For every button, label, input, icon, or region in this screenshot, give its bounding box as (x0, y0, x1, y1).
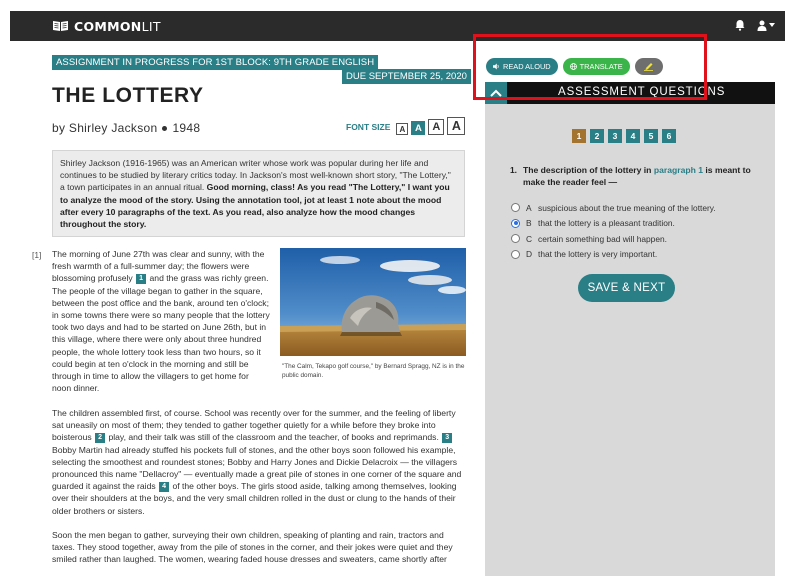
choice-c-radio[interactable] (511, 234, 520, 244)
paragraph-2: The children assembled first, of course.… (52, 407, 465, 517)
byline: by Shirley Jackson 1948 (52, 121, 200, 135)
globe-icon (569, 63, 577, 70)
collapse-panel-button[interactable] (485, 82, 507, 104)
choice-d-text: that the lottery is very important. (538, 249, 658, 260)
choice-a[interactable]: A suspicious about the true meaning of t… (511, 200, 716, 216)
font-size-small-button[interactable]: A (396, 123, 409, 135)
assessment-panel (485, 82, 775, 576)
question-nav-6[interactable]: 6 (662, 129, 676, 143)
question-nav-2[interactable]: 2 (590, 129, 604, 143)
read-aloud-button[interactable]: READ ALOUD (486, 58, 558, 75)
question-marker-2[interactable]: 2 (95, 433, 106, 444)
font-size-large-button[interactable]: A (428, 119, 445, 135)
paragraph-number: [1] (32, 250, 42, 260)
speaker-icon (493, 63, 499, 70)
question-text-a: The description of the lottery in (523, 165, 652, 175)
font-size-xlarge-button[interactable]: A (447, 117, 466, 135)
question-nav-4[interactable]: 4 (626, 129, 640, 143)
question-number: 1. (510, 165, 517, 175)
font-size-control: FONT SIZE A A A A (346, 117, 466, 135)
publication-year: 1948 (172, 121, 201, 135)
choice-d-radio[interactable] (511, 249, 520, 259)
question-nav-3[interactable]: 3 (608, 129, 622, 143)
image-caption: "The Calm, Tekapo golf course," by Berna… (282, 363, 465, 379)
question-marker-4[interactable]: 4 (159, 481, 170, 492)
choice-d-letter: D (526, 249, 533, 260)
translate-button[interactable]: TRANSLATE (562, 58, 630, 75)
user-icon (757, 20, 767, 31)
choice-a-radio[interactable] (511, 203, 520, 213)
byline-separator-dot (162, 125, 168, 131)
answer-choices: A suspicious about the true meaning of t… (511, 200, 716, 262)
choice-b-text: that the lottery is a pleasant tradition… (538, 218, 675, 229)
translate-label: TRANSLATE (579, 62, 623, 71)
choice-b[interactable]: B that the lottery is a pleasant traditi… (511, 216, 716, 232)
user-menu[interactable] (757, 20, 775, 31)
highlighter-icon (644, 63, 654, 71)
top-navbar: COMMONLIT (10, 11, 785, 41)
reading-tools: READ ALOUD TRANSLATE (486, 58, 663, 75)
choice-a-text: suspicious about the true meaning of the… (538, 202, 716, 213)
paragraph-3: Soon the men began to gather, surveying … (52, 530, 453, 565)
paragraph-1-text-b: and the grass was richly green. The peop… (52, 273, 270, 394)
assignment-banner: ASSIGNMENT IN PROGRESS FOR 1ST BLOCK: 9T… (52, 55, 379, 70)
highlighter-button[interactable] (634, 58, 663, 75)
story-image (280, 248, 466, 356)
font-size-medium-button[interactable]: A (411, 121, 426, 135)
question-nav-5[interactable]: 5 (644, 129, 658, 143)
author-name: by Shirley Jackson (52, 121, 158, 135)
choice-c[interactable]: C certain something bad will happen. (511, 231, 716, 247)
choice-a-letter: A (526, 202, 532, 213)
read-aloud-label: READ ALOUD (503, 62, 551, 71)
due-date-banner: DUE SEPTEMBER 25, 2020 (342, 69, 471, 84)
book-icon (53, 21, 68, 31)
save-next-button[interactable]: SAVE & NEXT (578, 274, 675, 302)
choice-b-letter: B (526, 218, 532, 229)
paragraph-2-text-b: play, and their talk was still of the cl… (108, 432, 439, 443)
paragraph-link[interactable]: paragraph 1 (654, 165, 703, 175)
question-text: The description of the lottery in paragr… (523, 164, 753, 189)
choice-b-radio[interactable] (511, 218, 520, 228)
paragraph-1: The morning of June 27th was clear and s… (52, 248, 270, 394)
choice-c-letter: C (526, 233, 533, 244)
question-marker-1[interactable]: 1 (136, 274, 147, 285)
font-size-label: FONT SIZE (346, 122, 391, 132)
caret-down-icon (769, 23, 775, 27)
choice-c-text: certain something bad will happen. (538, 233, 667, 244)
chevron-up-icon (490, 89, 502, 97)
logo-wordmark: COMMONLIT (74, 19, 161, 34)
choice-d[interactable]: D that the lottery is very important. (511, 247, 716, 263)
logo-bold: COMMON (74, 18, 142, 34)
question-marker-3[interactable]: 3 (442, 433, 453, 444)
commonlit-logo[interactable]: COMMONLIT (52, 19, 161, 34)
question-navigation: 1 2 3 4 5 6 (572, 129, 676, 143)
logo-light: LIT (141, 18, 161, 34)
bell-icon[interactable] (735, 19, 745, 31)
question-nav-1[interactable]: 1 (572, 129, 586, 143)
assessment-header: ASSESSMENT QUESTIONS (485, 82, 775, 104)
text-title: THE LOTTERY (52, 84, 204, 107)
assessment-title: ASSESSMENT QUESTIONS (558, 86, 726, 98)
teacher-intro-box: Shirley Jackson (1916-1965) was an Ameri… (52, 150, 465, 237)
